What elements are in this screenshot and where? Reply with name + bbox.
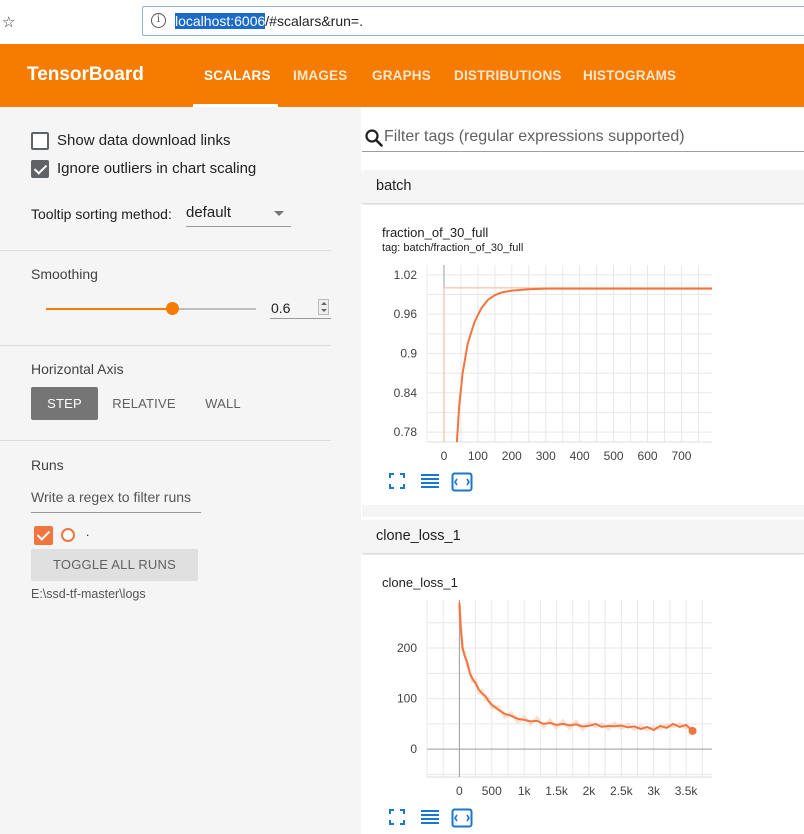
tag-filter-input[interactable] [384,128,794,146]
raw-series-line [443,287,712,442]
url-path: /#scalars&run=. [265,13,363,29]
tag-filter-field[interactable] [362,125,804,152]
chart-title: clone_loss_1 [382,575,458,590]
sidebar: Show data download links Ignore outliers… [0,107,361,834]
x-tick-label: 500 [604,449,624,463]
fit-domain-icon[interactable] [451,808,473,828]
x-tick-label: 600 [638,449,658,463]
tooltip-sorting-label: Tooltip sorting method: [31,206,172,222]
x-tick-label: 0 [441,449,448,463]
app-brand: TensorBoard [27,64,144,85]
x-tick-label: 2.5k [610,784,634,798]
x-tick-label: 1.5k [545,784,569,798]
group-separator [362,505,804,517]
group-header-clone-loss-1[interactable]: clone_loss_1 [362,520,804,554]
y-tick-label: 1.02 [394,268,418,282]
y-tick-label: 200 [397,641,417,655]
raw-series-line [457,605,693,732]
runs-filter-input[interactable] [31,489,199,505]
horizontal-axis-title: Horizontal Axis [31,361,124,377]
group-name: clone_loss_1 [376,528,461,544]
fullscreen-icon[interactable] [388,808,406,826]
chart-fraction-of-30-full[interactable]: 0 100 200 300 400 500 600 700 0.78 0.84 0.9 0.96 1.0… [362,255,722,465]
divider [0,440,331,441]
info-icon[interactable]: i [151,13,166,28]
y-tick-label: 0.9 [400,347,417,361]
x-tick-label: 2k [583,784,597,798]
spinner-icon[interactable] [318,299,329,315]
x-tick-label: 100 [468,449,488,463]
y-tick-label: 100 [397,692,417,706]
smoothing-slider-fill [46,308,172,310]
divider [0,250,331,251]
y-tick-label: 0.84 [394,386,418,400]
tooltip-sorting-select[interactable]: default [186,203,291,227]
x-tick-label: 400 [570,449,590,463]
fit-domain-icon[interactable] [451,472,473,492]
smoothing-value: 0.6 [271,300,291,316]
smoothing-title: Smoothing [31,266,98,282]
smoothing-slider[interactable] [46,302,256,315]
group-name: batch [376,178,412,194]
tab-images[interactable]: IMAGES [293,68,347,83]
show-download-links-label[interactable]: Show data download links [57,132,230,149]
ignore-outliers-checkbox[interactable] [31,160,49,178]
log-directory: E:\ssd-tf-master\logs [31,587,146,601]
chart-toolbar [388,472,478,492]
x-tick-label: 1k [518,784,532,798]
tab-distributions[interactable]: DISTRIBUTIONS [454,68,562,83]
x-tick-label: 200 [502,449,522,463]
run-color-swatch[interactable] [61,528,75,542]
show-download-links-checkbox[interactable] [31,132,49,150]
ignore-outliers-label[interactable]: Ignore outliers in chart scaling [57,160,256,177]
toggle-all-runs-button[interactable]: TOGGLE ALL RUNS [31,549,198,581]
run-checkbox[interactable] [34,526,53,545]
divider [0,345,331,346]
x-tick-label: 3k [647,784,661,798]
smoothing-slider-knob[interactable] [166,302,179,315]
axis-wall-button[interactable]: WALL [196,387,250,420]
x-tick-label: 500 [482,784,502,798]
run-name: . [86,525,90,539]
tab-histograms[interactable]: HISTOGRAMS [583,68,676,83]
y-tick-label: 0.78 [394,425,418,439]
url-host: localhost:6006 [175,13,266,29]
tab-graphs[interactable]: GRAPHS [372,68,431,83]
chevron-down-icon [274,211,284,216]
x-tick-label: 0 [456,784,463,798]
chart-title: fraction_of_30_full [382,225,489,240]
y-tick-label: 0 [410,742,417,756]
fullscreen-icon[interactable] [388,472,406,490]
x-tick-label: 300 [536,449,556,463]
axis-relative-button[interactable]: RELATIVE [107,387,181,420]
bookmark-star-icon[interactable]: ☆ [2,13,15,31]
x-tick-label: 3.5k [675,784,699,798]
x-tick-label: 700 [671,449,691,463]
log-scale-icon[interactable] [420,472,440,490]
browser-address-row: ☆ i localhost:6006/#scalars&run=. [0,0,804,44]
chart-toolbar [388,808,478,828]
smoothing-value-input[interactable]: 0.6 [270,297,331,319]
search-icon [365,129,383,147]
log-scale-icon[interactable] [420,808,440,826]
group-header-batch[interactable]: batch [362,170,804,204]
address-bar[interactable]: i localhost:6006/#scalars&run=. [142,6,804,36]
app-header: TensorBoard SCALARS IMAGES GRAPHS DISTRI… [0,44,804,107]
runs-title: Runs [31,457,64,473]
tooltip-sorting-value: default [186,204,232,221]
url-text[interactable]: localhost:6006/#scalars&run=. [175,13,363,29]
chart-clone-loss-1[interactable]: 0 500 1k 1.5k 2k 2.5k 3k 3.5k 0 100 200 [362,590,722,802]
axis-step-button[interactable]: STEP [31,387,98,420]
y-tick-label: 0.96 [394,307,418,321]
chart-tag: tag: batch/fraction_of_30_full [382,242,524,254]
series-end-point [688,726,697,735]
series-line [458,602,694,732]
runs-filter-field[interactable] [31,487,201,513]
tab-scalars[interactable]: SCALARS [204,68,271,83]
